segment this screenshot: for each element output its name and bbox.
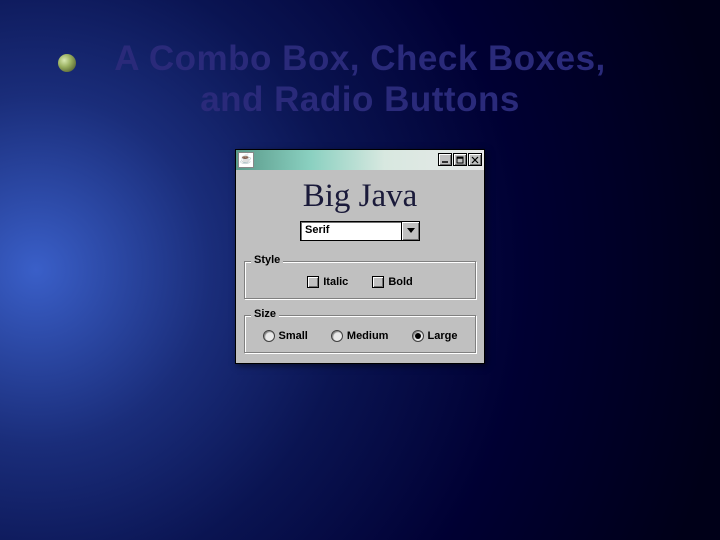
large-label: Large <box>428 330 458 342</box>
title-line-2: and Radio Buttons <box>200 80 520 119</box>
font-combo-value[interactable]: Serif <box>300 221 402 241</box>
medium-radio[interactable]: Medium <box>331 330 389 342</box>
slide-bullet <box>58 54 76 72</box>
size-group: Size Small Medium Large <box>244 315 476 353</box>
checkbox-icon <box>372 276 384 288</box>
app-window: ☕ Big Java Serif Style Italic <box>235 149 485 364</box>
small-label: Small <box>279 330 308 342</box>
small-radio[interactable]: Small <box>263 330 308 342</box>
style-row: Italic Bold <box>253 276 467 288</box>
style-group-label: Style <box>251 254 283 266</box>
close-button[interactable] <box>468 153 482 166</box>
size-row: Small Medium Large <box>253 330 467 342</box>
bold-checkbox[interactable]: Bold <box>372 276 412 288</box>
checkbox-icon <box>307 276 319 288</box>
italic-checkbox[interactable]: Italic <box>307 276 348 288</box>
titlebar: ☕ <box>236 150 484 170</box>
close-icon <box>471 156 479 164</box>
minimize-icon <box>441 156 449 164</box>
large-radio[interactable]: Large <box>412 330 458 342</box>
size-group-label: Size <box>251 308 279 320</box>
medium-label: Medium <box>347 330 389 342</box>
font-combo[interactable]: Serif <box>300 221 420 241</box>
minimize-button[interactable] <box>438 153 452 166</box>
window-controls <box>438 153 482 166</box>
italic-label: Italic <box>323 276 348 288</box>
radio-icon-selected <box>412 330 424 342</box>
font-combo-button[interactable] <box>402 221 420 241</box>
preview-text: Big Java <box>246 178 474 215</box>
radio-icon <box>263 330 275 342</box>
style-group: Style Italic Bold <box>244 261 476 299</box>
preview-panel: Big Java Serif <box>236 170 484 245</box>
maximize-icon <box>456 156 464 164</box>
bold-label: Bold <box>388 276 412 288</box>
title-line-1: A Combo Box, Check Boxes, <box>114 39 606 78</box>
java-cup-icon: ☕ <box>238 152 254 168</box>
maximize-button[interactable] <box>453 153 467 166</box>
slide-title: A Combo Box, Check Boxes, and Radio Butt… <box>114 38 606 121</box>
radio-icon <box>331 330 343 342</box>
chevron-down-icon <box>407 228 415 234</box>
